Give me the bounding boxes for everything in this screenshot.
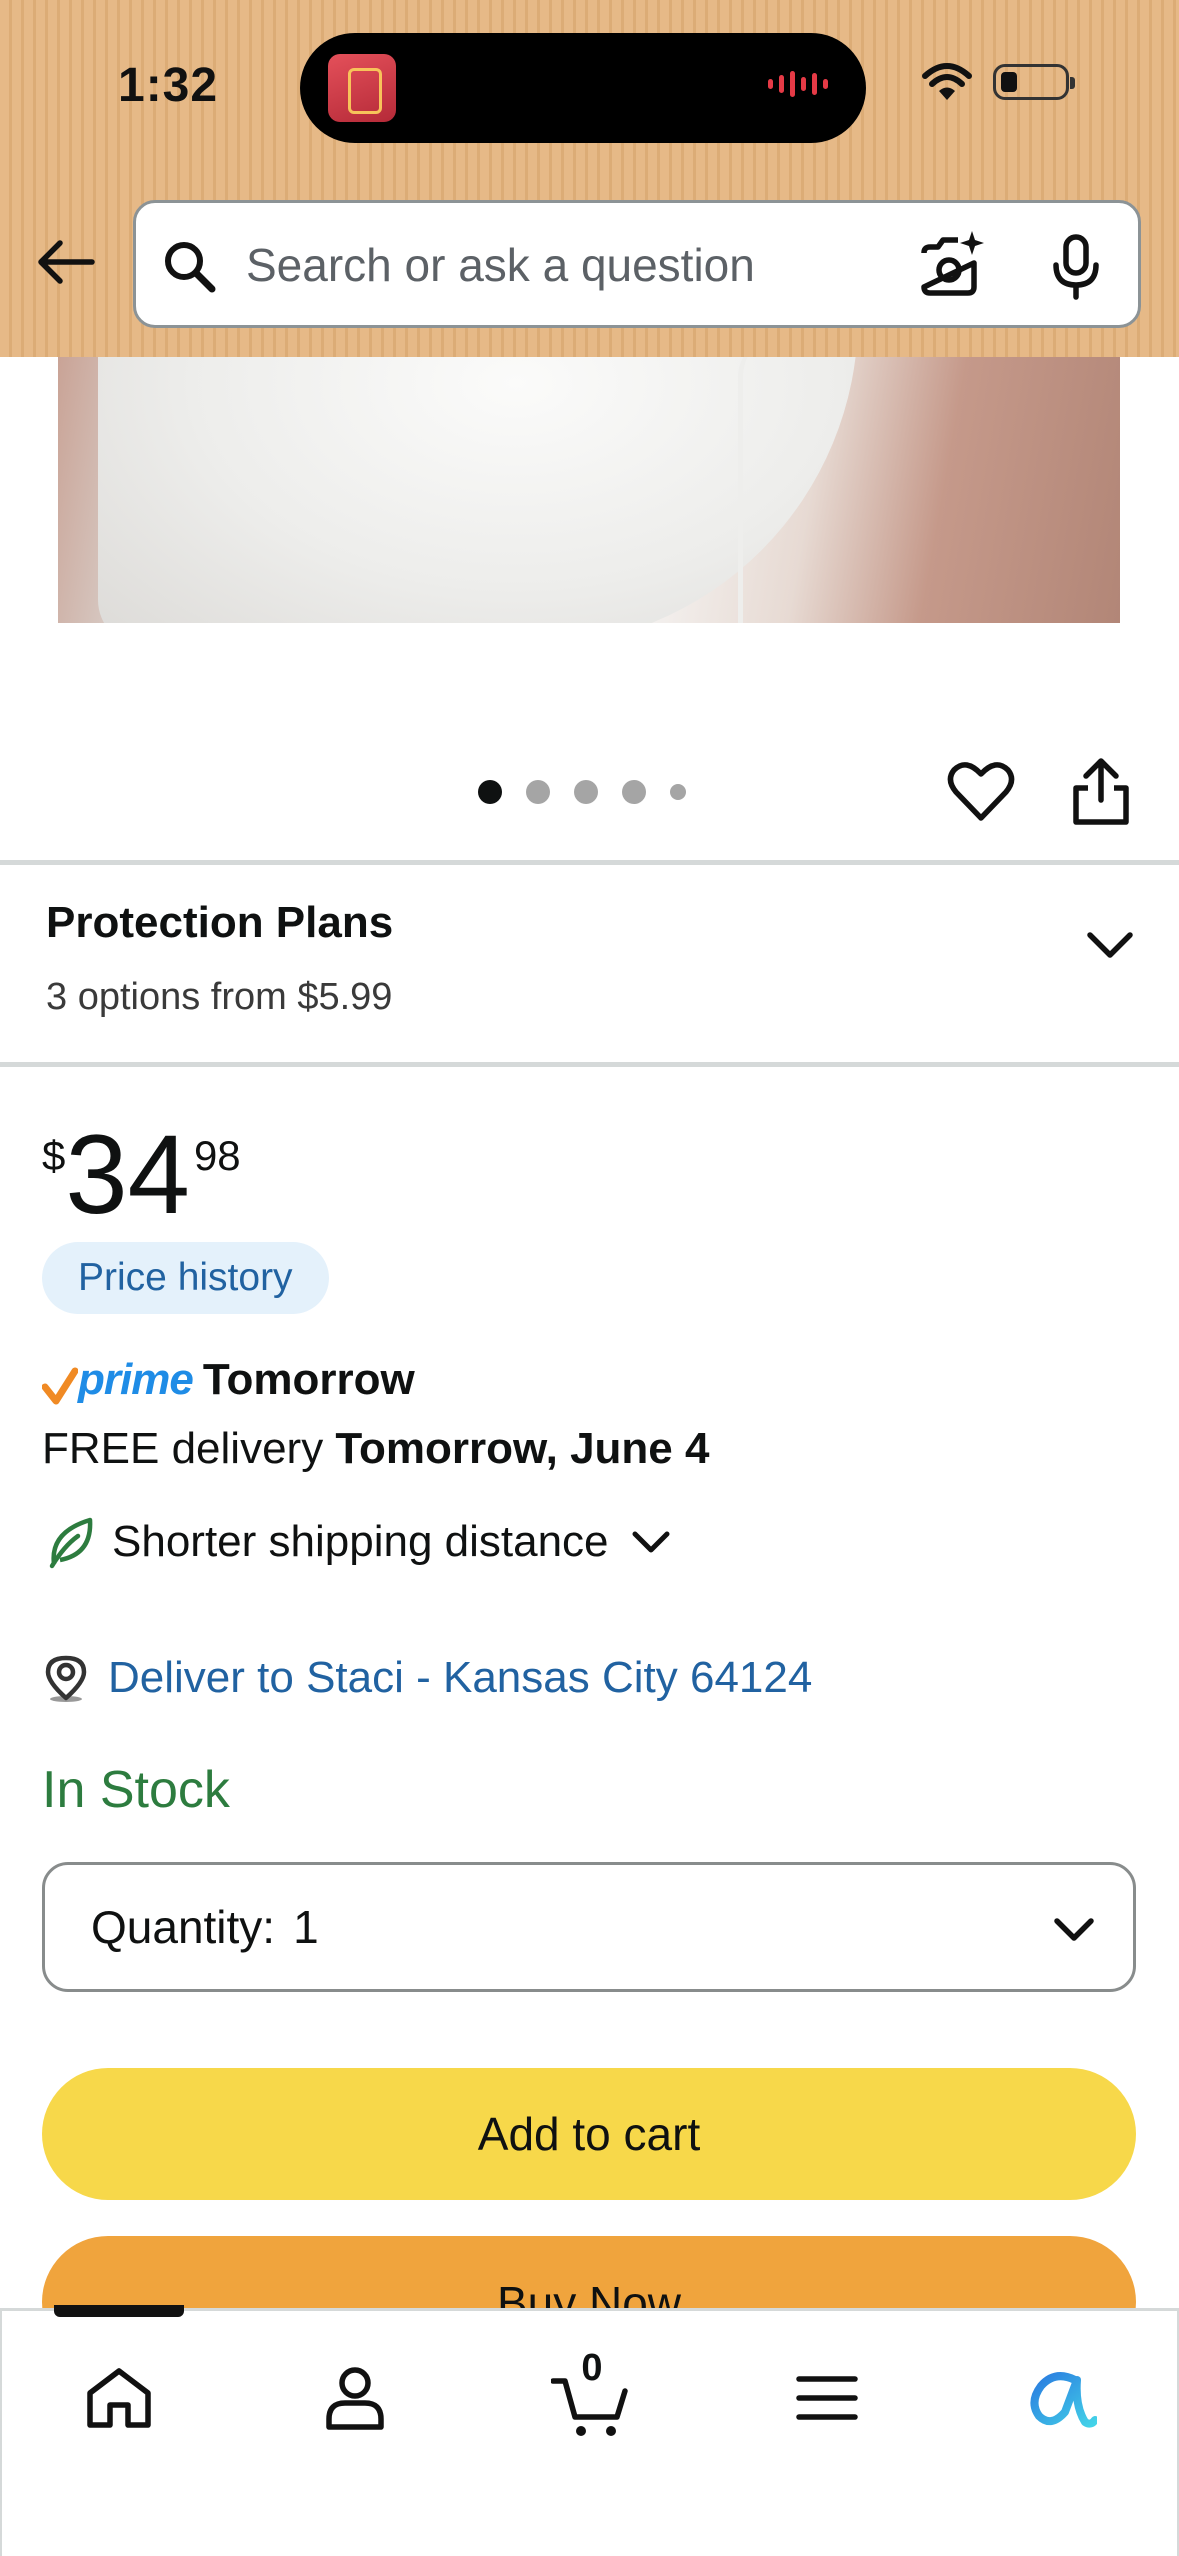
price-fraction: 98 (193, 1132, 241, 1179)
nav-menu-button[interactable] (782, 2353, 872, 2443)
account-icon (326, 2367, 384, 2430)
audio-waveform-icon (768, 71, 828, 97)
shorter-shipping-toggle[interactable]: Shorter shipping distance (46, 1514, 673, 1570)
nav-cart-button[interactable]: 0 (546, 2347, 636, 2443)
carousel-dot[interactable] (574, 780, 598, 804)
search-icon (165, 242, 216, 293)
stock-status: In Stock (42, 1761, 230, 1819)
free-delivery-prefix: FREE delivery (42, 1424, 336, 1473)
dynamic-island[interactable] (300, 33, 866, 143)
image-carousel-dots[interactable] (478, 780, 686, 804)
section-divider (0, 860, 1179, 865)
heart-icon[interactable] (946, 756, 1016, 826)
prime-delivery-day: Tomorrow (202, 1355, 415, 1404)
menu-icon (796, 2376, 858, 2420)
carousel-dot-active[interactable] (478, 780, 502, 804)
cart-count-badge: 0 (581, 2347, 603, 2389)
bottom-nav-bar: 0 (0, 2305, 1179, 2556)
back-button[interactable] (32, 228, 100, 296)
app-header: 1:32 (0, 0, 1179, 357)
carousel-dot[interactable] (622, 780, 646, 804)
battery-icon (993, 64, 1075, 100)
now-playing-artwork (328, 54, 396, 122)
status-icons (921, 62, 1075, 102)
chevron-down-icon (632, 1531, 670, 1553)
nav-account-button[interactable] (310, 2353, 400, 2443)
add-to-cart-button[interactable]: Add to cart (42, 2068, 1136, 2200)
microphone-icon[interactable] (1036, 227, 1116, 307)
price-display: $ 34 98 (42, 1112, 241, 1237)
status-time: 1:32 (118, 59, 219, 112)
price-currency-symbol: $ (42, 1132, 66, 1179)
search-bar[interactable] (133, 200, 1141, 328)
quantity-value: 1 (293, 1901, 319, 1953)
location-pin-icon (45, 1655, 87, 1702)
quantity-label: Quantity: (91, 1901, 276, 1953)
protection-plans-title: Protection Plans (46, 898, 394, 947)
chevron-down-icon[interactable] (1080, 920, 1140, 970)
camera-search-icon[interactable] (912, 227, 992, 307)
nav-home-button[interactable] (74, 2353, 164, 2443)
share-icon[interactable] (1070, 756, 1132, 826)
prime-logo: prime (42, 1355, 194, 1405)
section-divider (0, 1062, 1179, 1067)
prime-delivery-row: prime Tomorrow (42, 1352, 415, 1408)
product-image[interactable] (58, 357, 1120, 623)
free-delivery-date: Tomorrow, June 4 (335, 1424, 710, 1473)
deliver-to-row[interactable]: Deliver to Staci - Kansas City 64124 (42, 1652, 812, 1704)
rufus-icon (1030, 2372, 1097, 2428)
shorter-shipping-label: Shorter shipping distance (112, 1517, 609, 1566)
free-delivery-line: FREE delivery Tomorrow, June 4 (42, 1424, 709, 1474)
price-history-button[interactable]: Price history (42, 1242, 329, 1314)
search-input[interactable] (246, 231, 886, 299)
prime-label: prime (78, 1355, 194, 1404)
carousel-dot[interactable] (526, 780, 550, 804)
prime-check-icon (42, 1367, 78, 1405)
carousel-dot[interactable] (670, 784, 686, 800)
protection-plans-subtitle: 3 options from $5.99 (46, 976, 393, 1018)
leaf-icon (49, 1517, 93, 1569)
home-icon (87, 2368, 151, 2428)
deliver-to-link[interactable]: Deliver to Staci - Kansas City 64124 (108, 1653, 812, 1703)
quantity-dropdown[interactable]: Quantity: 1 (42, 1862, 1136, 1992)
nav-rufus-button[interactable] (1016, 2353, 1106, 2443)
price-whole: 34 (65, 1112, 190, 1237)
nav-active-indicator (54, 2305, 184, 2317)
chevron-down-icon (1054, 1918, 1094, 1941)
back-arrow-icon (38, 240, 95, 284)
wifi-icon (922, 63, 972, 100)
